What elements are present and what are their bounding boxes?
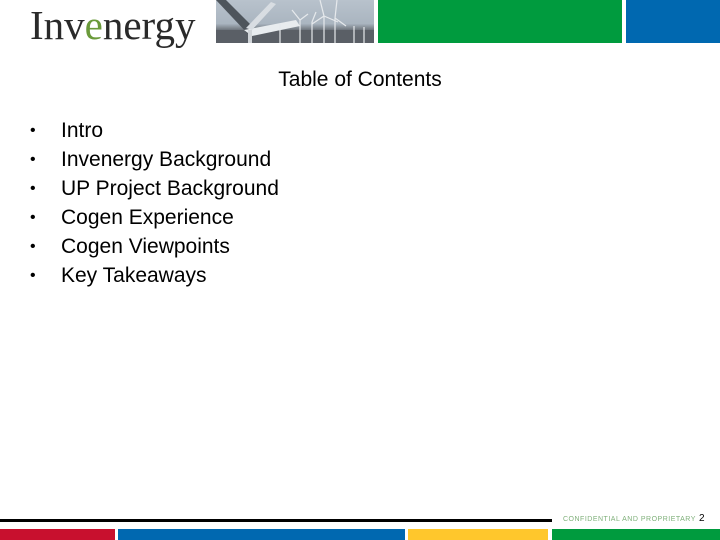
header-green-block bbox=[378, 0, 622, 43]
bullet-icon: • bbox=[30, 267, 36, 284]
wind-turbines-photo bbox=[216, 0, 374, 43]
toc-item-label: Cogen Experience bbox=[61, 206, 234, 229]
toc-item-label: Intro bbox=[61, 119, 104, 142]
toc-item-label: UP Project Background bbox=[61, 177, 279, 200]
toc-item-label: Key Takeaways bbox=[61, 264, 207, 287]
footer-bar-yellow bbox=[408, 529, 548, 540]
logo-text-accent: e bbox=[84, 2, 103, 48]
toc-item-up-project-background: • UP Project Background bbox=[30, 174, 279, 203]
header-blue-block bbox=[626, 0, 720, 43]
toc-item-label: Invenergy Background bbox=[61, 148, 272, 171]
footer-divider bbox=[0, 519, 552, 522]
confidential-notice: CONFIDENTIAL AND PROPRIETARY bbox=[563, 516, 696, 523]
logo-text-suffix: nergy bbox=[102, 2, 196, 48]
wind-turbine-icon bbox=[216, 0, 374, 43]
toc-item-cogen-viewpoints: • Cogen Viewpoints bbox=[30, 232, 279, 261]
page-number: 2 bbox=[699, 513, 705, 524]
toc-item-cogen-experience: • Cogen Experience bbox=[30, 203, 279, 232]
invenergy-logo: Invenergy bbox=[30, 2, 195, 48]
toc-item-invenergy-background: • Invenergy Background bbox=[30, 145, 279, 174]
logo-text-prefix: Inv bbox=[30, 2, 85, 48]
footer-bar-blue bbox=[118, 529, 405, 540]
slide-title-text: Table of Contents bbox=[278, 68, 442, 91]
slide-title: Table of Contents bbox=[0, 68, 720, 92]
table-of-contents-list: • Intro • Invenergy Background • UP Project… bbox=[30, 116, 279, 290]
bullet-icon: • bbox=[30, 209, 36, 226]
bullet-icon: • bbox=[30, 122, 36, 139]
toc-item-label: Cogen Viewpoints bbox=[61, 235, 230, 258]
bullet-icon: • bbox=[30, 180, 36, 197]
footer-bar-red bbox=[0, 529, 115, 540]
footer-bar-green bbox=[552, 529, 720, 540]
bullet-icon: • bbox=[30, 151, 36, 168]
toc-item-key-takeaways: • Key Takeaways bbox=[30, 261, 279, 290]
toc-item-intro: • Intro bbox=[30, 116, 279, 145]
bullet-icon: • bbox=[30, 238, 36, 255]
